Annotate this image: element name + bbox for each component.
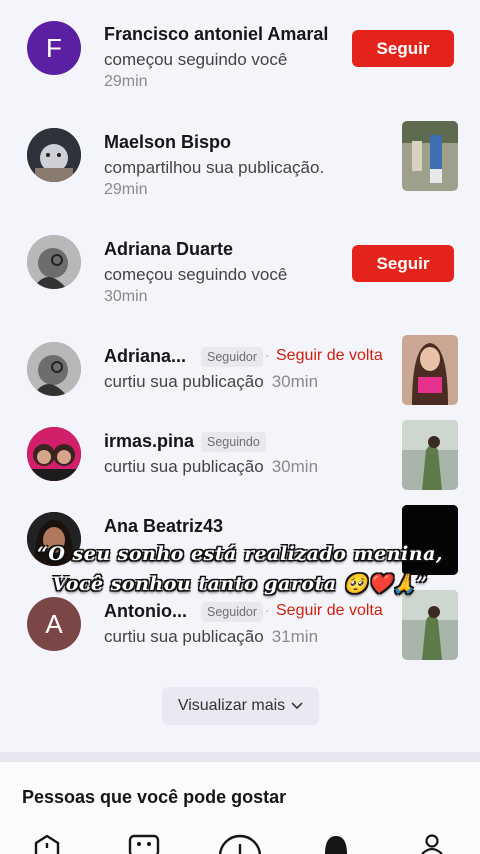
profile-icon[interactable] <box>420 834 444 854</box>
notification-item[interactable]: Maelson Bispo compartilhou sua publicaçã… <box>0 108 480 204</box>
follow-button[interactable]: Seguir <box>352 30 454 67</box>
caption-line-1: “O seu sonho está realizado menina, <box>36 543 444 565</box>
notification-text: curtiu sua publicação 31min <box>104 627 318 647</box>
user-name[interactable]: Francisco antoniel Amaral <box>104 24 328 45</box>
timestamp: 31min <box>271 627 319 646</box>
follow-back-link[interactable]: Seguir de volta <box>276 602 383 620</box>
caption-line-2: Você sonhou tanto garota 🥺❤️🙏” <box>52 573 428 595</box>
action-text: curtiu sua publicação <box>104 372 264 391</box>
follower-badge: Seguidor <box>201 602 264 622</box>
section-divider <box>0 752 480 762</box>
avatar[interactable] <box>27 128 81 182</box>
avatar[interactable] <box>27 342 81 396</box>
timestamp: 30min <box>271 457 319 476</box>
post-image <box>402 590 458 660</box>
avatar[interactable] <box>27 427 81 481</box>
load-more-label: Visualizar mais <box>177 697 286 714</box>
post-thumbnail[interactable] <box>402 121 458 191</box>
create-icon[interactable] <box>217 834 263 854</box>
inbox-icon[interactable] <box>322 834 350 854</box>
friends-icon[interactable] <box>127 834 161 854</box>
separator-dot: · <box>265 348 270 363</box>
notification-text: começou seguindo você <box>104 265 288 284</box>
avatar-letter: A <box>45 608 63 639</box>
post-image <box>402 335 458 405</box>
user-name[interactable]: Adriana Duarte <box>104 239 233 260</box>
avatar[interactable]: A <box>27 597 81 651</box>
post-thumbnail[interactable] <box>402 420 458 490</box>
timestamp: 29min <box>104 73 148 90</box>
action-text: curtiu sua publicação <box>104 627 264 646</box>
notification-text: compartilhou sua publicação. <box>104 158 325 177</box>
notification-item[interactable]: irmas.pina Seguindo curtiu sua publicaçã… <box>0 407 480 503</box>
suggestions-title: Pessoas que você pode gostar <box>22 787 287 807</box>
user-name[interactable]: Maelson Bispo <box>104 132 231 153</box>
post-image <box>402 121 458 191</box>
avatar-photo <box>27 342 81 396</box>
notification-item[interactable]: Adriana Duarte começou seguindo você 30m… <box>0 215 480 311</box>
timestamp: 30min <box>271 372 319 391</box>
user-name[interactable]: Ana Beatriz43 <box>104 516 223 537</box>
home-icon[interactable] <box>33 834 61 854</box>
follow-back-link[interactable]: Seguir de volta <box>276 347 383 365</box>
avatar[interactable] <box>27 235 81 289</box>
follower-badge: Seguidor <box>201 347 264 367</box>
post-image <box>402 420 458 490</box>
load-more-button[interactable]: Visualizar mais <box>162 687 319 725</box>
action-text: curtiu sua publicação <box>104 457 264 476</box>
separator-dot: · <box>265 603 270 618</box>
notification-text: curtiu sua publicação 30min <box>104 372 318 392</box>
avatar-photo <box>27 128 81 182</box>
avatar-photo <box>27 427 81 481</box>
notification-text: curtiu sua publicação 30min <box>104 457 318 477</box>
notification-item[interactable]: F Francisco antoniel Amaral começou segu… <box>0 0 480 96</box>
user-name[interactable]: irmas.pina <box>104 431 194 452</box>
notification-text: começou seguindo você <box>104 50 288 69</box>
timestamp: 29min <box>104 181 148 198</box>
timestamp: 30min <box>104 288 148 305</box>
user-name[interactable]: Antonio... <box>104 601 187 622</box>
post-thumbnail[interactable] <box>402 590 458 660</box>
chevron-down-icon <box>291 702 303 709</box>
notification-item[interactable]: Adriana... Seguidor · Seguir de volta cu… <box>0 322 480 418</box>
following-badge: Seguindo <box>201 432 266 452</box>
post-thumbnail[interactable] <box>402 335 458 405</box>
avatar-photo <box>27 235 81 289</box>
follow-button[interactable]: Seguir <box>352 245 454 282</box>
bottom-tab-bar <box>0 826 480 854</box>
avatar-letter: F <box>46 32 62 63</box>
user-name[interactable]: Adriana... <box>104 346 186 367</box>
avatar[interactable]: F <box>27 21 81 75</box>
